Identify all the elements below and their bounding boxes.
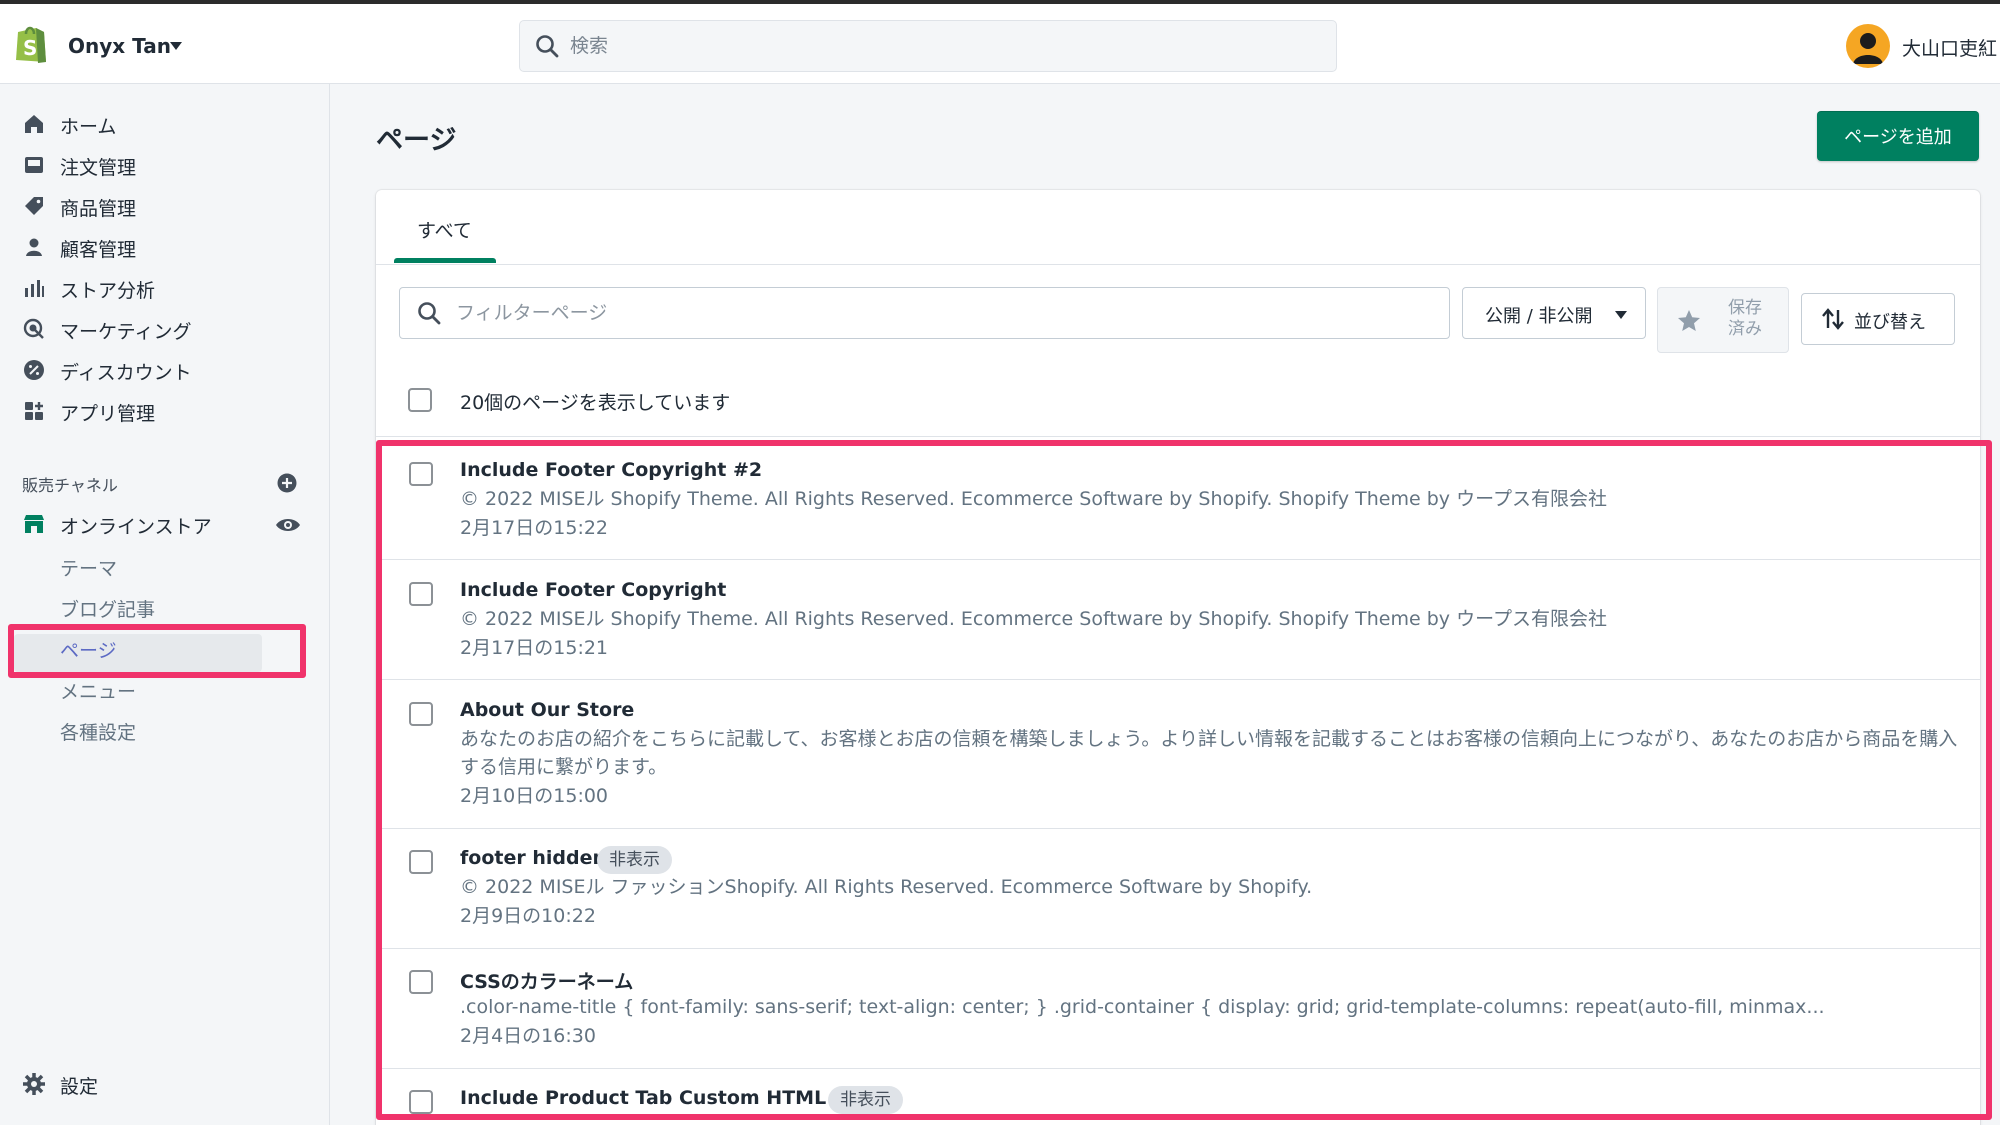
- star-icon: [1678, 310, 1700, 331]
- sidebar-item-customers[interactable]: 顧客管理: [0, 227, 330, 267]
- sidebar: ホーム 注文管理 商品管理 顧客管理 ストア分析 マーケティング ディスカウント…: [0, 84, 330, 1125]
- sidebar-subitem-blog-posts[interactable]: ブログ記事: [60, 595, 155, 622]
- chevron-down-icon[interactable]: [170, 42, 182, 50]
- sidebar-item-label: ディスカウント: [60, 362, 192, 384]
- gear-icon: [23, 1073, 45, 1095]
- add-circle-icon[interactable]: [276, 472, 298, 494]
- home-icon: [25, 115, 43, 133]
- sidebar-item-home[interactable]: ホーム: [0, 104, 330, 144]
- tag-icon: [25, 197, 43, 215]
- page-count-label: 20個のページを表示しています: [460, 392, 731, 414]
- sidebar-item-label: ホーム: [60, 116, 117, 138]
- saved-label-line1: 保存: [1728, 298, 1762, 318]
- visibility-filter-label: 公開 / 非公開: [1485, 306, 1593, 327]
- store-icon: [24, 515, 44, 533]
- tab-divider: [376, 264, 1980, 265]
- svg-text:S: S: [23, 36, 37, 60]
- user-icon: [1853, 33, 1883, 64]
- sort-arrows-icon: [1822, 308, 1844, 330]
- apps-icon: [25, 402, 43, 420]
- sidebar-item-discounts[interactable]: ディスカウント: [0, 350, 330, 390]
- saved-label-line2: 済み: [1728, 319, 1762, 339]
- highlight-box-page-list: [376, 440, 1992, 1120]
- top-bar: S Onyx Tan 大山口吏紅: [0, 0, 2000, 84]
- global-search-input[interactable]: [570, 29, 1310, 63]
- sidebar-item-label: ストア分析: [60, 280, 156, 302]
- sidebar-item-apps[interactable]: アプリ管理: [0, 391, 330, 431]
- tab-all[interactable]: すべて: [417, 216, 472, 243]
- chevron-down-icon: [1615, 311, 1627, 319]
- sidebar-item-label: 商品管理: [60, 198, 137, 220]
- saved-label: 保存 済み: [1716, 298, 1774, 340]
- target-icon: [23, 318, 44, 339]
- sidebar-item-analytics[interactable]: ストア分析: [0, 268, 330, 308]
- search-icon: [418, 302, 441, 325]
- discount-icon: [24, 360, 44, 380]
- filter-pages-input[interactable]: [456, 296, 1426, 330]
- sort-label: 並び替え: [1854, 312, 1926, 333]
- person-icon: [26, 238, 42, 256]
- highlight-box-sidebar: [8, 624, 306, 678]
- shopify-logo-icon[interactable]: S: [12, 22, 50, 64]
- user-name[interactable]: 大山口吏紅: [1902, 34, 1997, 61]
- sidebar-item-label: オンラインストア: [60, 516, 212, 538]
- bar-chart-icon: [25, 280, 44, 297]
- sidebar-item-label: 顧客管理: [60, 239, 137, 261]
- global-search[interactable]: [519, 20, 1337, 72]
- sidebar-item-label: 設定: [60, 1076, 99, 1098]
- visibility-filter-button[interactable]: 公開 / 非公開: [1462, 287, 1646, 339]
- sidebar-item-label: 注文管理: [60, 157, 137, 179]
- tab-active-indicator: [394, 258, 496, 263]
- avatar[interactable]: [1846, 24, 1890, 68]
- sidebar-subitem-menus[interactable]: メニュー: [60, 677, 136, 704]
- sidebar-item-label: マーケティング: [60, 321, 192, 343]
- sidebar-item-orders[interactable]: 注文管理: [0, 145, 330, 185]
- search-icon: [536, 35, 559, 58]
- sidebar-subitem-preferences[interactable]: 各種設定: [60, 718, 136, 745]
- sidebar-item-marketing[interactable]: マーケティング: [0, 309, 330, 349]
- add-page-button[interactable]: ページを追加: [1817, 111, 1979, 161]
- sort-button[interactable]: 並び替え: [1801, 293, 1955, 345]
- page-title: ページ: [376, 125, 457, 156]
- sidebar-item-settings[interactable]: 設定: [0, 1064, 330, 1104]
- inbox-icon: [25, 157, 43, 173]
- list-divider: [376, 436, 1980, 437]
- sidebar-item-label: アプリ管理: [60, 403, 156, 425]
- filter-search[interactable]: [399, 287, 1450, 339]
- select-all-checkbox[interactable]: [408, 388, 432, 412]
- sidebar-subitem-themes[interactable]: テーマ: [60, 554, 117, 581]
- sales-channels-title: 販売チャネル: [22, 476, 118, 495]
- saved-button[interactable]: 保存 済み: [1657, 287, 1789, 353]
- eye-icon[interactable]: [274, 515, 302, 535]
- sidebar-item-products[interactable]: 商品管理: [0, 186, 330, 226]
- store-name[interactable]: Onyx Tan: [68, 34, 171, 58]
